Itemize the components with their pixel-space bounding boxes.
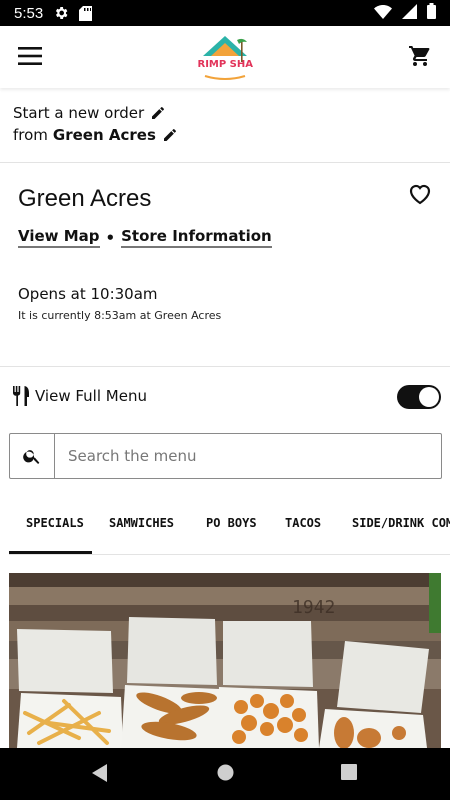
tab-specials[interactable]: SPECIALS: [9, 500, 92, 554]
pencil-icon[interactable]: [162, 127, 178, 143]
status-time: 5:53: [14, 4, 44, 22]
store-information-link[interactable]: Store Information: [121, 227, 272, 248]
status-bar: 5:53: [0, 0, 450, 26]
start-new-order-link[interactable]: Start a new order: [13, 104, 166, 122]
svg-text:1942: 1942: [292, 597, 335, 618]
brand-logo[interactable]: SHRIMP SHACK: [182, 32, 269, 84]
signal-icon: [402, 3, 417, 23]
cart-icon[interactable]: [408, 44, 432, 72]
start-order-label: Start a new order: [13, 104, 145, 122]
order-location-name: Green Acres: [52, 126, 156, 144]
tab-tacos[interactable]: TACOS: [285, 500, 321, 552]
change-location-link[interactable]: from Green Acres: [13, 126, 178, 144]
from-label: from: [13, 126, 48, 144]
search-input[interactable]: [55, 434, 441, 478]
view-map-link[interactable]: View Map: [18, 227, 100, 248]
tab-samwiches[interactable]: SAMWICHES: [109, 500, 174, 552]
view-full-menu-toggle[interactable]: [397, 385, 441, 409]
tab-side-drink-combos[interactable]: SIDE/DRINK COM: [352, 500, 450, 552]
hamburger-menu-icon[interactable]: [18, 46, 42, 70]
order-location-bar: Start a new order from Green Acres: [0, 96, 450, 163]
opening-time: Opens at 10:30am: [18, 285, 158, 303]
store-info-section: Green Acres View Map • Store Information…: [0, 163, 450, 367]
wifi-icon: [374, 4, 392, 23]
toggle-knob: [419, 387, 439, 407]
view-full-menu-row: View Full Menu: [0, 380, 450, 414]
search-icon[interactable]: [10, 434, 55, 478]
category-tabs: SPECIALS SAMWICHES PO BOYS TACOS SIDE/DR…: [9, 500, 450, 555]
tab-po-boys[interactable]: PO BOYS: [206, 500, 257, 552]
link-separator: •: [105, 228, 116, 247]
store-links: View Map • Store Information: [18, 227, 272, 248]
system-nav-bar: [0, 748, 450, 800]
battery-icon: [427, 3, 436, 23]
current-time-note: It is currently 8:53am at Green Acres: [18, 309, 222, 322]
home-icon[interactable]: [217, 764, 234, 785]
specials-food-photo[interactable]: 1942: [9, 573, 441, 748]
favorite-heart-icon[interactable]: [408, 183, 432, 209]
view-full-menu-label: View Full Menu: [35, 387, 147, 405]
sd-card-icon: [79, 5, 93, 21]
pencil-icon[interactable]: [150, 105, 166, 121]
recents-icon[interactable]: [341, 764, 357, 784]
store-name: Green Acres: [18, 185, 152, 212]
app-bar: SHRIMP SHACK: [0, 26, 450, 88]
svg-text:SHRIMP SHACK: SHRIMP SHACK: [197, 59, 253, 70]
gear-icon: [53, 5, 69, 21]
back-icon[interactable]: [92, 764, 108, 786]
tab-label: SPECIALS: [26, 516, 84, 530]
menu-search-box: [9, 433, 442, 479]
fork-knife-icon: [12, 386, 30, 410]
